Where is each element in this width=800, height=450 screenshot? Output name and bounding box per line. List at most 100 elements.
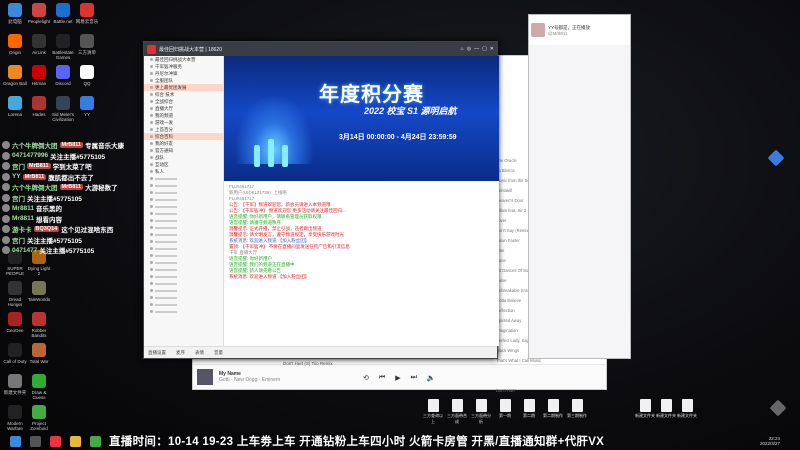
channel-item[interactable]: 官方通知	[144, 147, 223, 154]
channel-item[interactable]: 互动区	[144, 161, 223, 168]
member-row[interactable]	[144, 287, 223, 294]
desktop-icon[interactable]: AirLink	[26, 34, 52, 64]
minimize-icon[interactable]: —	[474, 46, 479, 52]
member-row[interactable]	[144, 238, 223, 245]
channel-item[interactable]: 私人	[144, 168, 223, 175]
album-cover[interactable]	[197, 369, 213, 385]
yy-tray-icon[interactable]	[767, 149, 785, 167]
loop-icon[interactable]: ⟲	[363, 374, 369, 382]
member-row[interactable]	[144, 203, 223, 210]
volume-icon[interactable]: 🔈	[427, 374, 436, 382]
desktop-icon[interactable]: Sid Meier's Civilization	[50, 96, 76, 126]
member-row[interactable]	[144, 252, 223, 259]
member-row[interactable]	[144, 189, 223, 196]
channel-item[interactable]: 上首百分	[144, 126, 223, 133]
yy-client-window[interactable]: 最佳回归挑战大本营 | 18620 ⌂ ◎ — ▢ ✕ 最佳回归挑战大本营 千军猛…	[143, 41, 499, 359]
member-row[interactable]	[144, 245, 223, 252]
member-row[interactable]	[144, 224, 223, 231]
channel-item[interactable]: 综合百科	[144, 133, 223, 140]
channel-item[interactable]: 最佳回归挑战大本营	[144, 56, 223, 63]
member-row[interactable]	[144, 266, 223, 273]
desktop-icon[interactable]: Draw & Guess	[26, 374, 52, 404]
desktop-icon[interactable]: Total War	[26, 343, 52, 373]
bottom-bar-button[interactable]: 表情	[195, 350, 204, 356]
channel-item[interactable]: 我的频道	[144, 112, 223, 119]
search-icon[interactable]	[30, 435, 41, 447]
browser-icon[interactable]	[50, 435, 61, 447]
desktop-icon[interactable]: QQ	[74, 65, 100, 95]
bottom-bar-button[interactable]: 直播设置	[148, 350, 166, 356]
channel-item[interactable]: 全战综合	[144, 98, 223, 105]
desktop-icon[interactable]: Peoplelight	[26, 3, 52, 33]
desktop-file[interactable]: 新建文件夹	[635, 399, 655, 419]
desktop-icon[interactable]: Hitman	[26, 65, 52, 95]
desktop-file[interactable]: 第二期	[519, 399, 539, 419]
desktop-file[interactable]: 三方面带分析	[471, 399, 491, 425]
play-button[interactable]: ▶	[395, 374, 400, 382]
desktop-icon[interactable]: Project Zomboid	[26, 405, 52, 435]
channel-item[interactable]: 全服团队	[144, 77, 223, 84]
member-row[interactable]	[144, 196, 223, 203]
member-row[interactable]	[144, 308, 223, 315]
member-row[interactable]	[144, 175, 223, 182]
system-clock[interactable]: 22:24 2022/3/27	[760, 436, 780, 446]
desktop-icon[interactable]: Discord	[50, 65, 76, 95]
desktop-icon[interactable]: Origin	[2, 34, 28, 64]
channel-item[interactable]: 战队	[144, 154, 223, 161]
bottom-bar-button[interactable]: 音量	[214, 350, 223, 356]
desktop-file[interactable]: 第二期制作	[543, 399, 563, 419]
recycle-icon[interactable]	[769, 399, 787, 417]
desktop-icon[interactable]: 三方清单	[74, 34, 100, 64]
desktop-icon[interactable]: Lorena	[2, 96, 28, 126]
folder-icon[interactable]	[70, 435, 81, 447]
channel-item[interactable]: 综合 技术	[144, 91, 223, 98]
member-row[interactable]	[144, 182, 223, 189]
desktop-icon[interactable]: 网易云音乐	[74, 3, 100, 33]
desktop-file[interactable]: 三方面带合成	[447, 399, 467, 425]
desktop-icon[interactable]: TaleWorlds	[26, 281, 52, 311]
channel-item[interactable]: 千军猛冲服务	[144, 63, 223, 70]
event-banner[interactable]: 年度积分赛 2022 校宝 S1 源明启航 3月14日 00:00:00 - 4…	[224, 56, 499, 181]
member-row[interactable]	[144, 217, 223, 224]
desktop-icon[interactable]: YY	[74, 96, 100, 126]
member-row[interactable]	[144, 294, 223, 301]
desktop-icon[interactable]: Battle.net	[50, 3, 76, 33]
app-icon[interactable]	[90, 435, 101, 447]
maximize-icon[interactable]: ▢	[482, 46, 487, 52]
desktop-icon[interactable]: 新建文件夹	[2, 374, 28, 404]
member-row[interactable]	[144, 301, 223, 308]
home-icon[interactable]: ⌂	[461, 46, 464, 52]
member-row[interactable]	[144, 259, 223, 266]
yy-side-panel[interactable]: YY号都是，正在播放 @Mr8811	[528, 14, 631, 359]
member-row[interactable]	[144, 273, 223, 280]
bottom-bar-button[interactable]: 麦序	[176, 350, 185, 356]
channel-item[interactable]: 更上最优团发展	[144, 84, 223, 91]
member-row[interactable]	[144, 231, 223, 238]
desktop-icon[interactable]: Robber Bandits	[26, 312, 52, 342]
desktop-icon[interactable]: GeoGee	[2, 312, 28, 342]
desktop-icon[interactable]: Battlestate Games	[50, 34, 76, 64]
desktop-file[interactable]: 三方查询以上	[423, 399, 443, 425]
desktop-icon[interactable]: Hades	[26, 96, 52, 126]
windows-icon[interactable]	[10, 435, 21, 447]
desktop-icon[interactable]: Dread Hunger	[2, 281, 28, 311]
desktop-file[interactable]: 新建文件夹	[656, 399, 676, 419]
desktop-icon[interactable]: Modern Warfare	[2, 405, 28, 435]
channel-item[interactable]: 丹尼尔冲锋	[144, 70, 223, 77]
channel-item[interactable]: 游戏一发	[144, 119, 223, 126]
member-row[interactable]	[144, 210, 223, 217]
desktop-file[interactable]: 第一期	[495, 399, 515, 419]
avatar[interactable]	[531, 23, 545, 37]
desktop-icon[interactable]: 此电脑	[2, 3, 28, 33]
prev-button[interactable]: ⏮	[379, 374, 385, 382]
desktop-file[interactable]: 第三期制作	[567, 399, 587, 419]
desktop-icon[interactable]: Call of Duty	[2, 343, 28, 373]
desktop-file[interactable]: 新建文件夹	[677, 399, 697, 419]
channel-tree[interactable]: 最佳回归挑战大本营 千军猛冲服务 丹尼尔冲锋 全服团队 更上最优团发展 综合 技术 全战综合…	[144, 56, 224, 346]
next-button[interactable]: ⏭	[411, 374, 417, 382]
channel-item[interactable]: 直播大厅	[144, 105, 223, 112]
close-icon[interactable]: ✕	[490, 46, 494, 52]
member-row[interactable]	[144, 280, 223, 287]
game-icon[interactable]: ◎	[467, 46, 471, 52]
channel-item[interactable]: 我的好友	[144, 140, 223, 147]
